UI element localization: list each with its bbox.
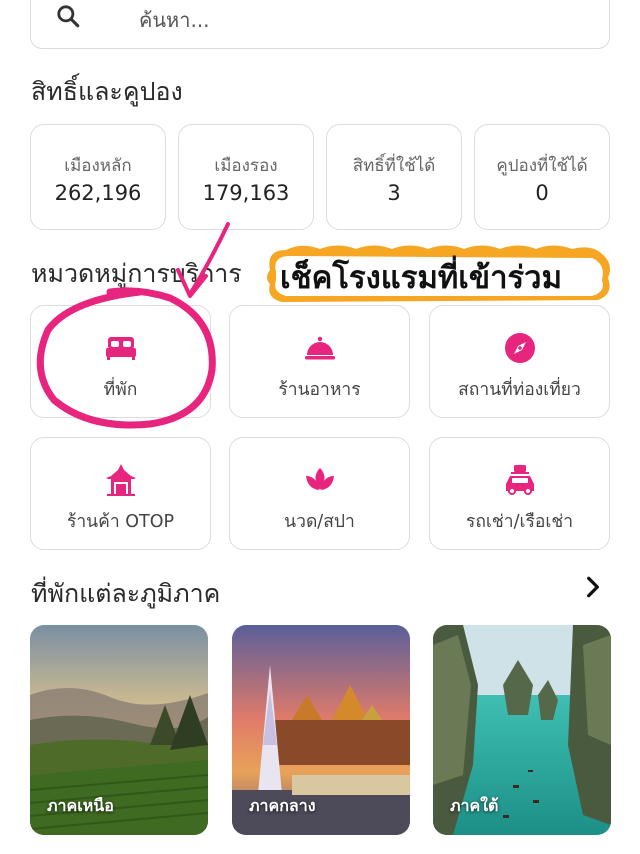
category-accommodation[interactable]: ที่พัก — [30, 305, 211, 418]
stat-available-rights[interactable]: สิทธิ์ที่ใช้ได้ 3 — [326, 124, 462, 230]
stat-label: เมืองรอง — [214, 156, 278, 176]
category-otop-shop[interactable]: ร้านค้า OTOP — [30, 437, 211, 550]
category-label: ร้านอาหาร — [278, 380, 361, 400]
region-card-south[interactable]: ภาคใต้ — [433, 625, 611, 835]
bed-icon — [105, 337, 136, 360]
region-label: ภาคใต้ — [450, 796, 499, 815]
region-card-north[interactable]: ภาคเหนือ — [30, 625, 208, 835]
category-restaurant[interactable]: ร้านอาหาร — [229, 305, 410, 418]
stat-label: สิทธิ์ที่ใช้ได้ — [352, 156, 436, 176]
stat-available-coupons[interactable]: คูปองที่ใช้ได้ 0 — [474, 124, 610, 230]
check-hotels-banner: เช็คโรงแรมที่เข้าร่วม — [262, 240, 616, 306]
lotus-icon — [305, 468, 334, 490]
stat-label: คูปองที่ใช้ได้ — [496, 156, 588, 176]
categories-section-title: หมวดหมู่การบริการ — [31, 259, 242, 288]
region-label: ภาคเหนือ — [47, 796, 114, 815]
category-label: ที่พัก — [103, 380, 138, 400]
stat-value: 179,163 — [202, 181, 290, 205]
category-massage-spa[interactable]: นวด/สปา — [229, 437, 410, 550]
stat-value: 262,196 — [54, 181, 142, 205]
category-car-boat-rental[interactable]: รถเช่า/เรือเช่า — [429, 437, 610, 550]
region-card-central[interactable]: ภาคกลาง — [232, 625, 410, 835]
car-luggage-icon — [505, 465, 534, 495]
stat-value: 0 — [535, 181, 549, 205]
category-label: รถเช่า/เรือเช่า — [465, 512, 574, 532]
stat-main-city[interactable]: เมืองหลัก 262,196 — [30, 124, 166, 230]
category-attractions[interactable]: สถานที่ท่องเที่ยว — [429, 305, 610, 418]
banner-text: เช็คโรงแรมที่เข้าร่วม — [280, 260, 562, 296]
stat-value: 3 — [387, 181, 401, 205]
stat-secondary-city[interactable]: เมืองรอง 179,163 — [178, 124, 314, 230]
category-label: สถานที่ท่องเที่ยว — [458, 380, 581, 400]
regions-section-title: ที่พักแต่ละภูมิภาค — [31, 579, 221, 608]
chevron-right-icon[interactable] — [580, 574, 606, 600]
stat-label: เมืองหลัก — [64, 156, 132, 176]
search-bar[interactable]: ค้นหา... — [30, 0, 610, 49]
region-label: ภาคกลาง — [249, 796, 316, 815]
compass-icon — [504, 333, 535, 363]
rights-section-title: สิทธิ์และคูปอง — [31, 77, 183, 106]
food-cloche-icon — [304, 336, 335, 360]
thai-pavilion-icon — [105, 464, 136, 496]
category-label: นวด/สปา — [284, 512, 355, 532]
search-input[interactable]: ค้นหา... — [139, 4, 210, 36]
search-icon — [57, 5, 80, 28]
category-label: ร้านค้า OTOP — [66, 512, 175, 532]
